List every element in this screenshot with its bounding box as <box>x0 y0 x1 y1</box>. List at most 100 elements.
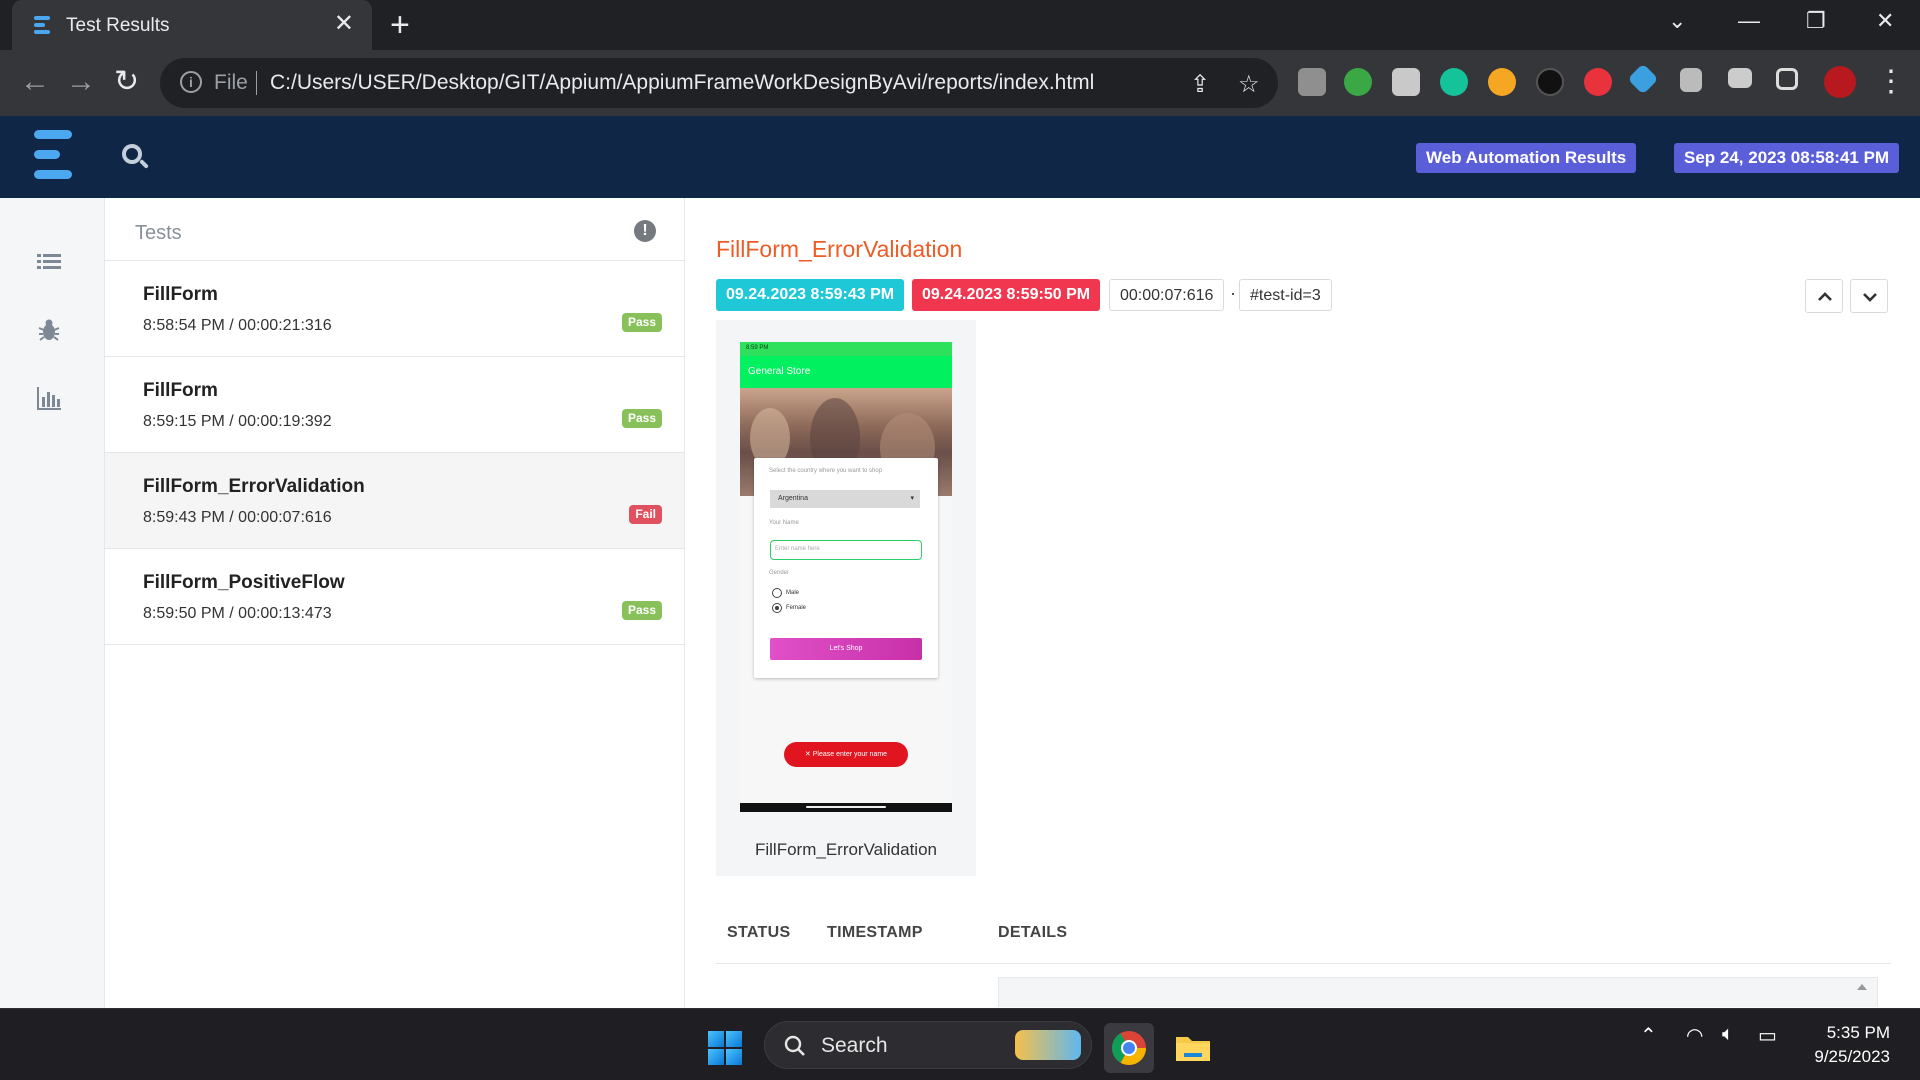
report-date-badge: Sep 24, 2023 08:58:41 PM <box>1674 143 1900 173</box>
search-icon <box>784 1035 805 1056</box>
extension-copy-icon[interactable] <box>1392 68 1420 96</box>
screenshot-card[interactable]: 8:59 PM General Store Select the country… <box>716 320 976 876</box>
chrome-icon <box>1112 1031 1146 1065</box>
extent-logo-icon <box>34 16 50 34</box>
bookmark-star-icon[interactable]: ☆ <box>1238 70 1260 99</box>
back-icon[interactable]: ← <box>20 66 50 98</box>
clock-time: 5:35 PM <box>1826 1023 1890 1042</box>
test-list-title: Tests <box>135 222 182 244</box>
test-item[interactable]: FillForm 8:58:54 PM / 00:00:21:316 Pass <box>105 261 684 357</box>
scroll-up-icon[interactable] <box>1857 984 1867 990</box>
chrome-taskbar-icon[interactable] <box>1104 1023 1154 1073</box>
test-list-header: Tests ! <box>105 198 684 261</box>
test-name: FillForm <box>143 284 218 305</box>
end-time-badge: 09.24.2023 8:59:50 PM <box>912 279 1101 311</box>
test-time: 8:59:15 PM / 00:00:19:392 <box>143 413 332 430</box>
show-hidden-icons-icon[interactable]: ⌃ <box>1640 1023 1657 1048</box>
phone-status-time: 8:59 PM <box>746 345 769 351</box>
left-nav <box>0 198 105 1008</box>
battery-icon[interactable]: ▭ <box>1758 1023 1777 1048</box>
status-badge: Pass <box>621 409 662 428</box>
status-badge: Pass <box>621 601 662 620</box>
phone-shop-button: Let's Shop <box>770 638 922 660</box>
extension-orange-icon[interactable] <box>1488 68 1516 96</box>
test-name: FillForm_PositiveFlow <box>143 572 345 593</box>
test-item[interactable]: FillForm_PositiveFlow 8:59:50 PM / 00:00… <box>105 549 684 645</box>
side-panel-icon[interactable] <box>1776 68 1798 90</box>
extension-tool-icon[interactable] <box>1627 63 1659 95</box>
test-list-icon[interactable] <box>35 248 63 276</box>
test-detail-panel: FillForm_ErrorValidation 09.24.2023 8:59… <box>685 198 1920 1008</box>
bug-icon[interactable] <box>35 316 63 344</box>
address-bar[interactable]: i File C:/Users/USER/Desktop/GIT/Appium/… <box>160 58 1278 108</box>
test-id-badge: #test-id=3 <box>1239 279 1332 311</box>
clock-date: 9/25/2023 <box>1814 1047 1890 1066</box>
phone-error-toast: ✕ Please enter your name <box>784 742 908 767</box>
restore-icon[interactable]: ❐ <box>1806 8 1826 34</box>
test-time: 8:58:54 PM / 00:00:21:316 <box>143 317 332 334</box>
reading-list-icon[interactable] <box>1728 68 1752 88</box>
extent-logo-icon[interactable] <box>34 130 74 180</box>
volume-icon[interactable]: 🔈︎ <box>1722 1023 1734 1046</box>
windows-start-icon[interactable] <box>708 1031 742 1065</box>
test-item-selected[interactable]: FillForm_ErrorValidation 8:59:43 PM / 00… <box>105 453 684 549</box>
log-details-box[interactable] <box>998 977 1878 1007</box>
phone-app-bar: General Store <box>740 356 952 388</box>
extension-tb-icon[interactable] <box>1298 68 1326 96</box>
reload-icon[interactable]: ↻ <box>114 66 139 98</box>
browser-tab[interactable]: Test Results ✕ <box>12 0 372 50</box>
test-list-panel: Tests ! FillForm 8:58:54 PM / 00:00:21:3… <box>105 198 685 1008</box>
tab-title: Test Results <box>66 15 170 36</box>
minimize-icon[interactable]: — <box>1738 8 1760 34</box>
share-icon[interactable]: ⇪ <box>1190 70 1210 99</box>
profile-avatar[interactable] <box>1824 66 1856 98</box>
folder-icon <box>1176 1037 1210 1061</box>
log-table-header: STATUS TIMESTAMP DETAILS <box>716 924 1891 964</box>
system-clock[interactable]: 5:35 PM 9/25/2023 <box>1814 1021 1890 1069</box>
chevron-up-icon <box>1818 292 1832 301</box>
previous-test-button[interactable] <box>1805 279 1843 313</box>
chevron-down-icon <box>1863 293 1877 302</box>
screenshot-caption: FillForm_ErrorValidation <box>754 840 937 859</box>
forward-icon[interactable]: → <box>66 66 96 98</box>
test-time: 8:59:50 PM / 00:00:13:473 <box>143 605 332 622</box>
phone-toast-close-icon: ✕ <box>804 751 813 758</box>
extension-globe-icon[interactable] <box>1344 68 1372 96</box>
browser-menu-icon[interactable]: ⋮ <box>1876 66 1906 98</box>
dashboard-chart-icon[interactable] <box>35 384 63 412</box>
url-text[interactable]: C:/Users/USER/Desktop/GIT/Appium/AppiumF… <box>270 71 1094 95</box>
start-time-badge: 09.24.2023 8:59:43 PM <box>716 279 905 311</box>
taskbar-search-label: Search <box>821 1034 888 1057</box>
file-explorer-taskbar-icon[interactable] <box>1168 1023 1218 1073</box>
windows-taskbar: Search ⌃ ◠ 🔈︎ ▭ 5:35 PM 9/25/2023 <box>0 1008 1920 1080</box>
test-item[interactable]: FillForm 8:59:15 PM / 00:00:19:392 Pass <box>105 357 684 453</box>
tab-search-icon[interactable]: ⌄ <box>1668 8 1686 34</box>
new-tab-button[interactable]: + <box>390 8 410 42</box>
phone-male-label: Male <box>786 590 800 596</box>
close-window-icon[interactable]: ✕ <box>1876 8 1894 34</box>
column-timestamp: TIMESTAMP <box>827 924 923 941</box>
site-info-icon[interactable]: i <box>180 71 202 93</box>
failure-screenshot[interactable]: 8:59 PM General Store Select the country… <box>740 342 952 812</box>
test-detail-title: FillForm_ErrorValidation <box>716 236 963 262</box>
extension-u-icon[interactable] <box>1536 68 1564 96</box>
extension-b-icon[interactable] <box>1584 68 1612 96</box>
phone-toast-text: Please enter your name <box>812 751 888 758</box>
next-test-button[interactable] <box>1850 279 1888 313</box>
phone-country-select: Argentina ▾ <box>770 490 920 508</box>
phone-status-bar: 8:59 PM <box>740 342 952 356</box>
browser-toolbar: ← → ↻ i File C:/Users/USER/Desktop/GIT/A… <box>0 50 1920 116</box>
phone-nav-bar <box>740 803 952 812</box>
extensions-puzzle-icon[interactable] <box>1680 68 1702 92</box>
status-filter-icon[interactable]: ! <box>634 220 656 242</box>
report-name-badge: Web Automation Results <box>1416 143 1637 173</box>
test-name: FillForm <box>143 380 218 401</box>
wifi-icon[interactable]: ◠ <box>1686 1023 1703 1048</box>
phone-female-radio <box>772 603 782 613</box>
grammarly-icon[interactable] <box>1440 68 1468 96</box>
close-tab-icon[interactable]: ✕ <box>334 11 354 37</box>
taskbar-search-box[interactable]: Search <box>764 1021 1092 1069</box>
url-divider <box>256 71 257 95</box>
search-highlight-icon <box>1015 1030 1081 1060</box>
search-icon[interactable] <box>120 142 150 172</box>
